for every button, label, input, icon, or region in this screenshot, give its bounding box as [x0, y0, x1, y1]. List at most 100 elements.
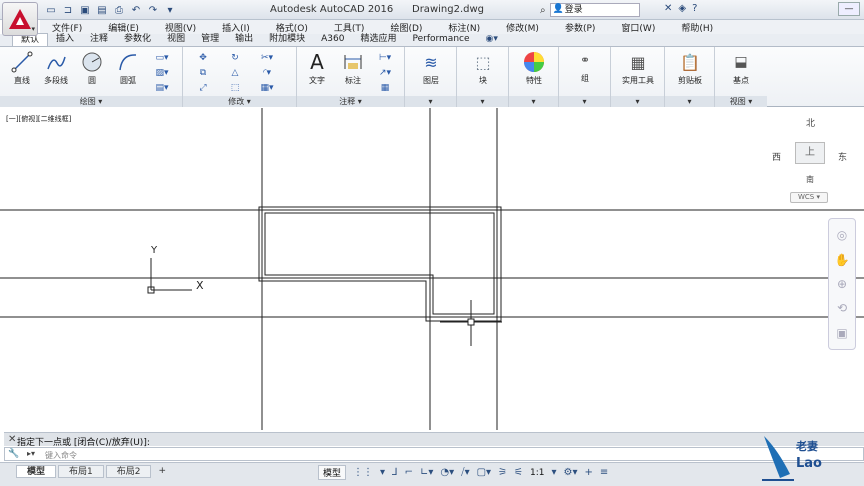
osnap-icon[interactable]: ▢▾ [477, 467, 491, 478]
table-icon[interactable]: ▤▾ [148, 81, 176, 95]
fillet-icon[interactable]: ◜▾ [253, 66, 281, 80]
menu-format[interactable]: 格式(O) [264, 21, 322, 34]
circle-button[interactable]: 圆 [76, 51, 108, 86]
qat-dropdown-icon[interactable]: ▾ [163, 3, 177, 17]
menu-modify[interactable]: 修改(M) [494, 21, 553, 34]
utilities-button[interactable]: ▦ 实用工具 [615, 51, 661, 86]
scale-label[interactable]: 1:1 [530, 468, 544, 478]
settings-icon[interactable]: ⚙▾ [564, 467, 578, 478]
groups-button[interactable]: ⚭ 组 [569, 49, 601, 84]
copy-icon[interactable]: ⧉ [189, 66, 217, 80]
viewcube[interactable]: 北 西 东 上 南 WCS ▾ [770, 116, 850, 206]
viewcube-south[interactable]: 南 [806, 174, 814, 185]
login-field[interactable]: 登录 [549, 3, 640, 17]
snap-icon[interactable]: ▾ [380, 467, 385, 478]
properties-button[interactable]: 特性 [518, 51, 550, 86]
mirror-icon[interactable]: △ [221, 66, 249, 80]
dynamic-input-icon[interactable]: ⌐ [405, 467, 413, 478]
infer-icon[interactable]: ⅃ [392, 467, 398, 478]
menu-dimension[interactable]: 标注(N) [436, 21, 494, 34]
menu-window[interactable]: 窗口(W) [609, 21, 669, 34]
arc-button[interactable]: 圆弧 [112, 51, 144, 86]
stretch-icon[interactable]: ⤢ [189, 81, 217, 95]
tab-model[interactable]: 模型 [16, 465, 57, 478]
tab-insert[interactable]: 插入 [48, 33, 82, 46]
tab-parametric[interactable]: 参数化 [116, 33, 159, 46]
wrench-icon[interactable]: 🔧 [8, 449, 19, 459]
ribbon-toggle-icon[interactable]: ◉▾ [478, 33, 506, 46]
command-prompt-icon[interactable]: ▸▾ [27, 449, 35, 458]
block-expand[interactable]: ▾ [457, 96, 508, 107]
text-button[interactable]: A 文字 [301, 50, 333, 86]
dimension-button[interactable]: 标注 [337, 51, 369, 86]
scale-icon[interactable]: ⬚ [221, 81, 249, 95]
menu-draw[interactable]: 绘图(D) [378, 21, 436, 34]
viewcube-north[interactable]: 北 [806, 116, 815, 129]
base-point-button[interactable]: ⬓ 基点 [725, 51, 757, 86]
layers-button[interactable]: ≋ 图层 [415, 51, 447, 86]
array-icon[interactable]: ▦▾ [253, 81, 281, 95]
menu-insert[interactable]: 插入(I) [210, 21, 264, 34]
tab-featured-apps[interactable]: 精选应用 [352, 33, 404, 46]
grid-icon[interactable]: ⋮⋮ [353, 467, 373, 478]
linear-dim-icon[interactable]: ⊢▾ [371, 51, 399, 65]
draw-panel-title[interactable]: 绘图 ▾ [0, 96, 182, 107]
polyline-button[interactable]: 多段线 [40, 51, 72, 86]
annotation-panel-title[interactable]: 注释 ▾ [297, 96, 404, 107]
scale-dropdown-icon[interactable]: ▾ [551, 467, 556, 478]
close-icon[interactable]: ✕ [8, 434, 16, 445]
move-icon[interactable]: ✥ [189, 51, 217, 65]
annotation-scale-icon[interactable]: ⚟ [514, 467, 523, 478]
polar-icon[interactable]: ◔▾ [440, 467, 454, 478]
redo-icon[interactable]: ↷ [146, 3, 160, 17]
wcs-menu[interactable]: WCS ▾ [790, 192, 828, 203]
tab-manage[interactable]: 管理 [193, 33, 227, 46]
command-line[interactable]: 🔧 ▸▾ 键入命令 [4, 447, 864, 461]
save-icon[interactable]: ▣ [78, 3, 92, 17]
tab-layout2[interactable]: 布局2 [105, 465, 152, 478]
orbit-icon[interactable]: ⟲ [837, 301, 847, 315]
clipboard-button[interactable]: 📋 剪贴板 [669, 51, 711, 86]
zoom-icon[interactable]: ⊕ [837, 277, 847, 291]
layers-expand[interactable]: ▾ [405, 96, 456, 107]
a360-icon[interactable]: ◈ [678, 3, 686, 14]
tab-addins[interactable]: 附加模块 [261, 33, 313, 46]
pan-icon[interactable]: ✋ [835, 253, 850, 267]
line-button[interactable]: 直线 [6, 51, 38, 86]
undo-icon[interactable]: ↶ [129, 3, 143, 17]
tab-a360[interactable]: A360 [313, 33, 352, 46]
application-menu-button[interactable]: ▾ [2, 2, 38, 36]
viewcube-top-face[interactable]: 上 [795, 142, 825, 164]
block-button[interactable]: ⬚ 块 [467, 51, 499, 86]
menu-view[interactable]: 视图(V) [153, 21, 210, 34]
viewcube-west[interactable]: 西 [772, 150, 781, 163]
customize-icon[interactable]: ≡ [600, 467, 608, 478]
add-layout-icon[interactable]: + [153, 465, 171, 478]
add-icon[interactable]: + [585, 467, 593, 478]
leader-icon[interactable]: ↗▾ [371, 66, 399, 80]
annotation-table-icon[interactable]: ▦ [371, 81, 399, 95]
modify-panel-title[interactable]: 修改 ▾ [183, 96, 296, 107]
clipboard-expand[interactable]: ▾ [665, 96, 714, 107]
drawing-area[interactable]: [一][俯视][二维线框] Y X 北 西 东 上 南 WCS ▾ ◎ ✋ ⊕ … [0, 108, 864, 430]
showmotion-icon[interactable]: ▣ [836, 326, 847, 340]
tab-annotate[interactable]: 注释 [82, 33, 116, 46]
view-panel-title[interactable]: 视图 ▾ [715, 96, 767, 107]
rectangle-icon[interactable]: ▭▾ [148, 51, 176, 65]
menu-help[interactable]: 帮助(H) [669, 21, 727, 34]
trim-icon[interactable]: ✂▾ [253, 51, 281, 65]
tab-view[interactable]: 视图 [159, 33, 193, 46]
groups-expand[interactable]: ▾ [559, 96, 610, 107]
model-space-button[interactable]: 模型 [318, 465, 347, 480]
steering-wheel-icon[interactable]: ◎ [837, 228, 847, 242]
save-as-icon[interactable]: ▤ [95, 3, 109, 17]
menu-file[interactable]: 文件(F) [40, 21, 96, 34]
rotate-icon[interactable]: ↻ [221, 51, 249, 65]
exchange-icon[interactable]: ✕ [664, 3, 672, 14]
hatch-icon[interactable]: ▨▾ [148, 66, 176, 80]
binoculars-icon[interactable]: ⌕ [540, 5, 546, 16]
utilities-expand[interactable]: ▾ [611, 96, 664, 107]
menu-edit[interactable]: 编辑(E) [96, 21, 153, 34]
tab-performance[interactable]: Performance [404, 33, 477, 46]
properties-expand[interactable]: ▾ [509, 96, 558, 107]
